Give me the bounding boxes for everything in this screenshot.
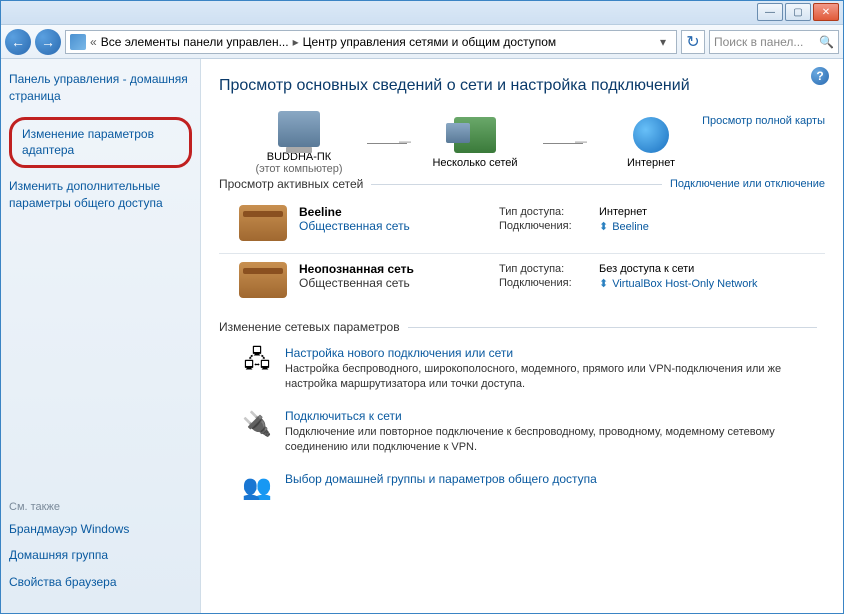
setting-description: Настройка беспроводного, широкополосного… bbox=[285, 362, 825, 393]
content-area: ? Просмотр основных сведений о сети и на… bbox=[201, 59, 843, 613]
address-bar[interactable]: « Все элементы панели управлен... ▸ Цент… bbox=[65, 30, 677, 54]
chevron-right-icon: ▸ bbox=[293, 35, 299, 49]
network-category-link[interactable]: Общественная сеть bbox=[299, 219, 499, 233]
minimize-button[interactable]: — bbox=[757, 3, 783, 21]
this-pc-node: BUDDHA-ПК (этот компьютер) bbox=[239, 111, 359, 175]
setting-description: Подключение или повторное подключение к … bbox=[285, 425, 825, 456]
forward-button[interactable]: → bbox=[35, 29, 61, 55]
network-entry: Неопознанная сеть Общественная сеть Тип … bbox=[219, 254, 825, 310]
nav-bar: ← → « Все элементы панели управлен... ▸ … bbox=[1, 25, 843, 59]
network-icon bbox=[70, 34, 86, 50]
access-type-value: Без доступа к сети bbox=[599, 262, 766, 276]
setting-item: 🖧 Настройка нового подключения или сети … bbox=[219, 340, 825, 403]
search-placeholder: Поиск в панел... bbox=[714, 35, 803, 49]
multi-networks-node: Несколько сетей bbox=[415, 117, 535, 169]
control-panel-home-link[interactable]: Панель управления - домашняя страница bbox=[9, 71, 192, 105]
node-label: Несколько сетей bbox=[432, 157, 517, 169]
help-icon[interactable]: ? bbox=[811, 67, 829, 85]
new-connection-link[interactable]: Настройка нового подключения или сети bbox=[285, 346, 825, 360]
browser-properties-link[interactable]: Свойства браузера bbox=[9, 574, 192, 591]
network-category: Общественная сеть bbox=[299, 276, 499, 290]
connection-link[interactable]: VirtualBox Host-Only Network bbox=[612, 278, 757, 290]
control-panel-window: — ▢ ✕ ← → « Все элементы панели управлен… bbox=[0, 0, 844, 614]
page-title: Просмотр основных сведений о сети и наст… bbox=[219, 77, 825, 95]
adapter-settings-link[interactable]: Изменение параметров адаптера bbox=[9, 117, 192, 169]
access-type-label: Тип доступа: bbox=[499, 262, 599, 276]
homegroup-icon: 👥 bbox=[239, 472, 275, 504]
bench-icon bbox=[239, 205, 287, 241]
internet-node: Интернет bbox=[591, 117, 711, 169]
plug-icon: ⬍ bbox=[599, 221, 608, 233]
homegroup-link[interactable]: Домашняя группа bbox=[9, 547, 192, 564]
breadcrumb-segment[interactable]: Все элементы панели управлен... bbox=[101, 35, 289, 49]
new-connection-icon: 🖧 bbox=[239, 346, 275, 378]
connect-network-link[interactable]: Подключиться к сети bbox=[285, 409, 825, 423]
multi-network-icon bbox=[454, 117, 496, 153]
connect-disconnect-link[interactable]: Подключение или отключение bbox=[670, 178, 825, 190]
setting-item: 🔌 Подключиться к сети Подключение или по… bbox=[219, 403, 825, 466]
chevron-down-icon[interactable]: ▾ bbox=[654, 35, 672, 49]
section-label: Изменение сетевых параметров bbox=[219, 320, 400, 334]
refresh-button[interactable]: ↻ bbox=[681, 30, 705, 54]
homegroup-settings-link[interactable]: Выбор домашней группы и параметров общег… bbox=[285, 472, 597, 486]
node-sublabel: (этот компьютер) bbox=[255, 163, 342, 175]
network-entry: Beeline Общественная сеть Тип доступа:Ин… bbox=[219, 197, 825, 253]
plug-icon: ⬍ bbox=[599, 278, 608, 290]
sidebar: Панель управления - домашняя страница Из… bbox=[1, 59, 201, 613]
back-button[interactable]: ← bbox=[5, 29, 31, 55]
sharing-settings-link[interactable]: Изменить дополнительные параметры общего… bbox=[9, 178, 192, 212]
change-settings-header: Изменение сетевых параметров bbox=[219, 320, 825, 334]
section-label: Просмотр активных сетей bbox=[219, 177, 363, 191]
active-networks-header: Просмотр активных сетей Подключение или … bbox=[219, 177, 825, 191]
divider bbox=[408, 327, 817, 328]
access-type-value: Интернет bbox=[599, 205, 657, 219]
connection-line bbox=[543, 143, 583, 144]
titlebar: — ▢ ✕ bbox=[1, 1, 843, 25]
network-name: Beeline bbox=[299, 205, 499, 219]
connect-network-icon: 🔌 bbox=[239, 409, 275, 441]
divider bbox=[371, 184, 662, 185]
search-input[interactable]: Поиск в панел... 🔍 bbox=[709, 30, 839, 54]
close-button[interactable]: ✕ bbox=[813, 3, 839, 21]
breadcrumb-segment[interactable]: Центр управления сетями и общим доступом bbox=[303, 35, 557, 49]
network-name: Неопознанная сеть bbox=[299, 262, 499, 276]
firewall-link[interactable]: Брандмауэр Windows bbox=[9, 521, 192, 538]
setting-item: 👥 Выбор домашней группы и параметров общ… bbox=[219, 466, 825, 514]
maximize-button[interactable]: ▢ bbox=[785, 3, 811, 21]
connections-label: Подключения: bbox=[499, 219, 599, 234]
search-icon: 🔍 bbox=[819, 35, 834, 49]
node-label: Интернет bbox=[627, 157, 675, 169]
connection-link[interactable]: Beeline bbox=[612, 221, 649, 233]
bench-icon bbox=[239, 262, 287, 298]
body: Панель управления - домашняя страница Из… bbox=[1, 59, 843, 613]
connection-line bbox=[367, 143, 407, 144]
access-type-label: Тип доступа: bbox=[499, 205, 599, 219]
globe-icon bbox=[633, 117, 669, 153]
pc-icon bbox=[278, 111, 320, 147]
connections-label: Подключения: bbox=[499, 276, 599, 291]
chevron-left-icon: « bbox=[90, 35, 97, 49]
see-also-label: См. также bbox=[9, 501, 192, 513]
